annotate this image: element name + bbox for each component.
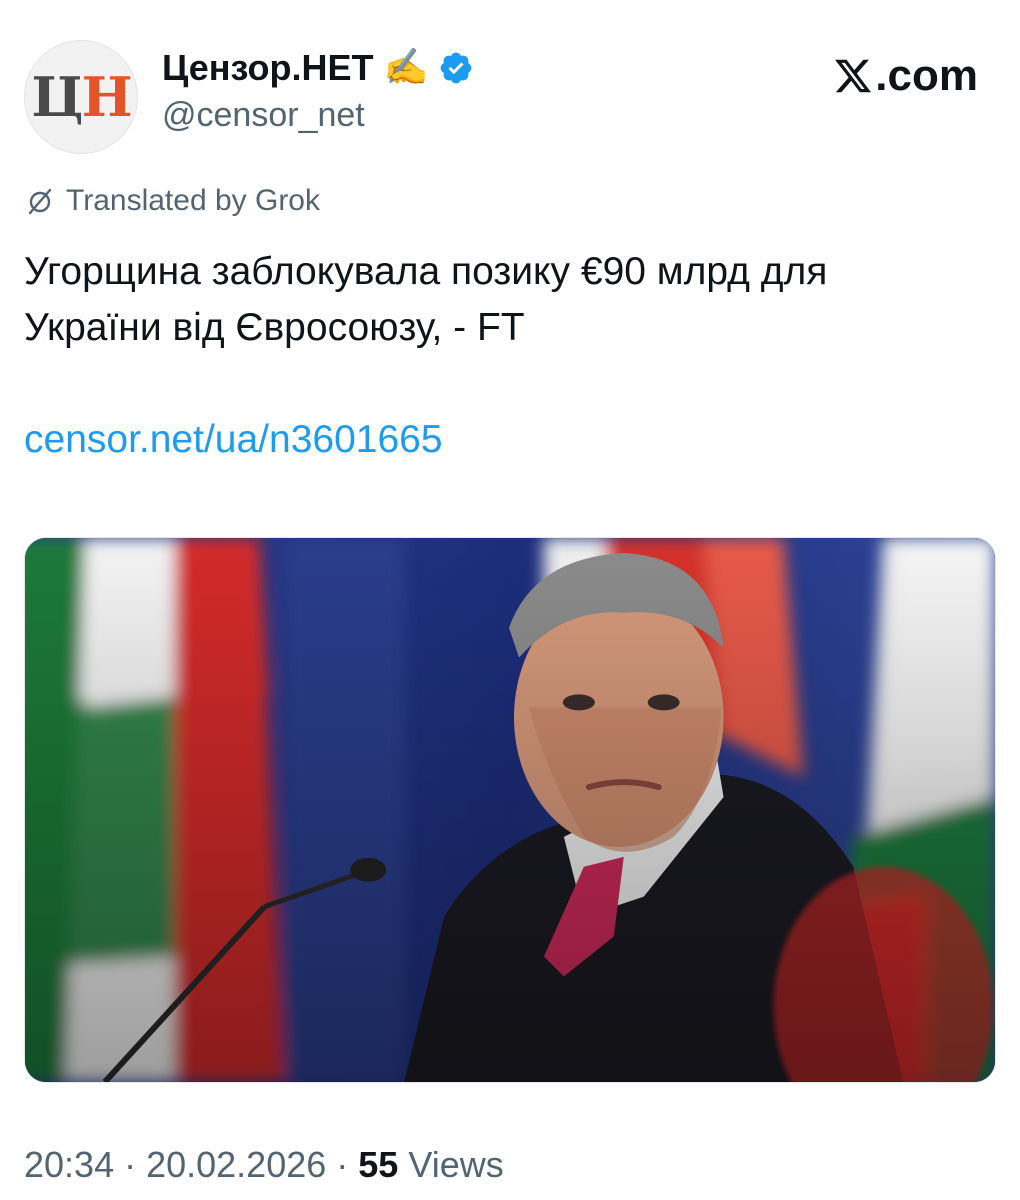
x-logo-icon <box>835 59 872 93</box>
x-brand: .com <box>833 48 978 104</box>
tweet-meta: 20:34 · 20.02.2026 · 55 Views <box>24 1144 504 1186</box>
photo-illustration <box>25 538 995 1082</box>
avatar-letter-dark: Ц <box>31 65 83 129</box>
tweet-time[interactable]: 20:34 <box>24 1144 114 1186</box>
tweet-text: Угорщина заблокувала позику €90 млрд для… <box>24 244 996 356</box>
tweet-text-line-2: України від Євросоюзу, - FT <box>24 306 525 349</box>
avatar-letter-accent: Н <box>81 65 133 129</box>
translated-by-grok[interactable]: Translated by Grok <box>24 184 320 218</box>
writing-hand-emoji: ✍️ <box>383 47 429 88</box>
tweet-photo[interactable] <box>24 537 996 1083</box>
x-brand-label: .com <box>875 51 978 100</box>
tweet-date[interactable]: 20.02.2026 <box>146 1144 326 1186</box>
author-identity: Цензор.НЕТ ✍️ @censor_net <box>162 44 474 135</box>
meta-separator: · <box>124 1144 137 1185</box>
translated-label: Translated by Grok <box>66 184 320 217</box>
tweet-text-line-1: Угорщина заблокувала позику €90 млрд для <box>24 250 828 293</box>
display-name[interactable]: Цензор.НЕТ <box>162 47 373 89</box>
article-link[interactable]: censor.net/ua/n3601665 <box>24 418 443 462</box>
views-count[interactable]: 55 <box>358 1144 398 1186</box>
display-name-row: Цензор.НЕТ ✍️ <box>162 44 474 92</box>
tweet-header: ЦН Цензор.НЕТ ✍️ @censor_net .com <box>24 30 996 154</box>
verified-badge-icon <box>440 52 472 84</box>
avatar[interactable]: ЦН <box>24 40 138 154</box>
author-handle[interactable]: @censor_net <box>162 96 474 135</box>
avatar-logo: ЦН <box>31 70 132 124</box>
translate-slash-icon <box>28 188 52 215</box>
views-label: Views <box>408 1144 504 1185</box>
meta-separator: · <box>336 1144 349 1185</box>
